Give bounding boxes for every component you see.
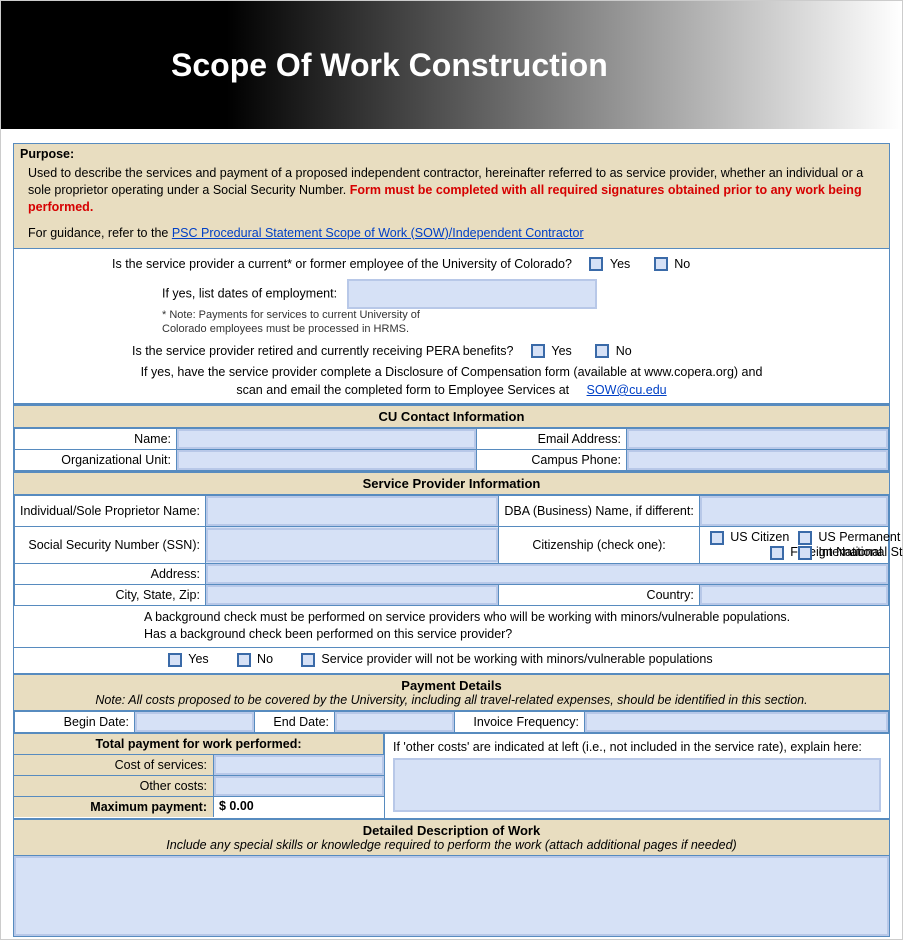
invoice-freq-input[interactable] bbox=[585, 712, 888, 732]
other-costs-label: Other costs: bbox=[14, 776, 214, 796]
cit-pr-label: US Permanent Resident bbox=[818, 530, 903, 544]
cu-org-input[interactable] bbox=[177, 450, 476, 470]
cit-pr-checkbox[interactable] bbox=[798, 531, 812, 545]
description-subnote: Include any special skills or knowledge … bbox=[14, 838, 889, 852]
guidance-prefix: For guidance, refer to the bbox=[28, 226, 172, 240]
q2-no-label: No bbox=[616, 344, 632, 358]
sp-address-input[interactable] bbox=[206, 564, 888, 584]
q2-yes-checkbox[interactable] bbox=[531, 344, 545, 358]
begin-date-label: Begin Date: bbox=[15, 711, 135, 732]
other-explain-input[interactable] bbox=[393, 758, 881, 812]
sp-country-input[interactable] bbox=[700, 585, 888, 605]
sp-address-label: Address: bbox=[15, 563, 206, 584]
sp-csz-label: City, State, Zip: bbox=[15, 584, 206, 605]
q2-yes-label: Yes bbox=[551, 344, 571, 358]
page-title: Scope Of Work Construction bbox=[171, 47, 608, 84]
payment-subnote: Note: All costs proposed to be covered b… bbox=[14, 693, 889, 707]
cu-name-input[interactable] bbox=[177, 429, 476, 449]
total-payment-label: Total payment for work performed: bbox=[14, 734, 384, 754]
q1-yes-checkbox[interactable] bbox=[589, 257, 603, 271]
sp-dba-label: DBA (Business) Name, if different: bbox=[499, 496, 699, 527]
bg-no-checkbox[interactable] bbox=[237, 653, 251, 667]
pera-text-a: If yes, have the service provider comple… bbox=[141, 365, 763, 379]
cost-input[interactable] bbox=[214, 755, 384, 775]
bg-yes-label: Yes bbox=[188, 652, 208, 666]
payment-header: Payment Details Note: All costs proposed… bbox=[14, 675, 889, 711]
bg-no-label: No bbox=[257, 652, 273, 666]
q1-note: * Note: Payments for services to current… bbox=[162, 309, 442, 335]
bg-notwork-label: Service provider will not be working wit… bbox=[321, 652, 712, 666]
bg-text-a: A background check must be performed on … bbox=[144, 610, 790, 624]
sp-indiv-label: Individual/Sole Proprietor Name: bbox=[15, 496, 206, 527]
q1-question: Is the service provider a current* or fo… bbox=[112, 257, 572, 271]
cu-name-label: Name: bbox=[15, 429, 177, 450]
sp-citizenship-label: Citizenship (check one): bbox=[499, 527, 699, 563]
bg-notwork-checkbox[interactable] bbox=[301, 653, 315, 667]
cit-fn-checkbox[interactable] bbox=[770, 546, 784, 560]
begin-date-input[interactable] bbox=[135, 712, 254, 732]
sp-indiv-input[interactable] bbox=[206, 496, 498, 526]
q1-ifyes-label: If yes, list dates of employment: bbox=[162, 287, 337, 301]
sp-dba-input[interactable] bbox=[700, 496, 888, 526]
bg-yes-checkbox[interactable] bbox=[168, 653, 182, 667]
invoice-freq-label: Invoice Frequency: bbox=[455, 711, 585, 732]
sp-ssn-input[interactable] bbox=[206, 528, 498, 562]
employment-dates-input[interactable] bbox=[347, 279, 597, 309]
cit-intl-checkbox[interactable] bbox=[798, 546, 812, 560]
q1-no-label: No bbox=[674, 257, 690, 271]
max-payment-label: Maximum payment: bbox=[14, 797, 214, 817]
cu-org-label: Organizational Unit: bbox=[15, 450, 177, 471]
cost-label: Cost of services: bbox=[14, 755, 214, 775]
sp-ssn-label: Social Security Number (SSN): bbox=[15, 527, 206, 563]
q2-no-checkbox[interactable] bbox=[595, 344, 609, 358]
other-explain-label: If 'other costs' are indicated at left (… bbox=[393, 740, 881, 754]
sow-email-link[interactable]: SOW@cu.edu bbox=[587, 383, 667, 397]
sp-csz-input[interactable] bbox=[206, 585, 498, 605]
cit-us-label: US Citizen bbox=[730, 530, 789, 544]
guidance-link[interactable]: PSC Procedural Statement Scope of Work (… bbox=[172, 226, 584, 240]
end-date-input[interactable] bbox=[335, 712, 454, 732]
cu-email-label: Email Address: bbox=[477, 429, 627, 450]
cu-email-input[interactable] bbox=[627, 429, 888, 449]
pera-text-b: scan and email the completed form to Emp… bbox=[236, 383, 569, 397]
sp-country-label: Country: bbox=[499, 584, 699, 605]
bg-text-b: Has a background check been performed on… bbox=[144, 627, 512, 641]
purpose-section: Purpose: Used to describe the services a… bbox=[14, 144, 889, 249]
description-input[interactable] bbox=[14, 856, 889, 936]
cit-intl-label: International Student bbox=[818, 545, 903, 559]
q2-question: Is the service provider retired and curr… bbox=[132, 344, 513, 358]
max-payment-value: $ 0.00 bbox=[214, 797, 384, 817]
purpose-label: Purpose: bbox=[20, 147, 883, 161]
description-header: Detailed Description of Work Include any… bbox=[14, 820, 889, 856]
cu-phone-input[interactable] bbox=[627, 450, 888, 470]
end-date-label: End Date: bbox=[255, 711, 335, 732]
q1-no-checkbox[interactable] bbox=[654, 257, 668, 271]
q1-yes-label: Yes bbox=[610, 257, 630, 271]
cit-us-checkbox[interactable] bbox=[710, 531, 724, 545]
sp-header: Service Provider Information bbox=[14, 473, 889, 495]
other-costs-input[interactable] bbox=[214, 776, 384, 796]
cu-phone-label: Campus Phone: bbox=[477, 450, 627, 471]
cu-contact-header: CU Contact Information bbox=[14, 406, 889, 428]
